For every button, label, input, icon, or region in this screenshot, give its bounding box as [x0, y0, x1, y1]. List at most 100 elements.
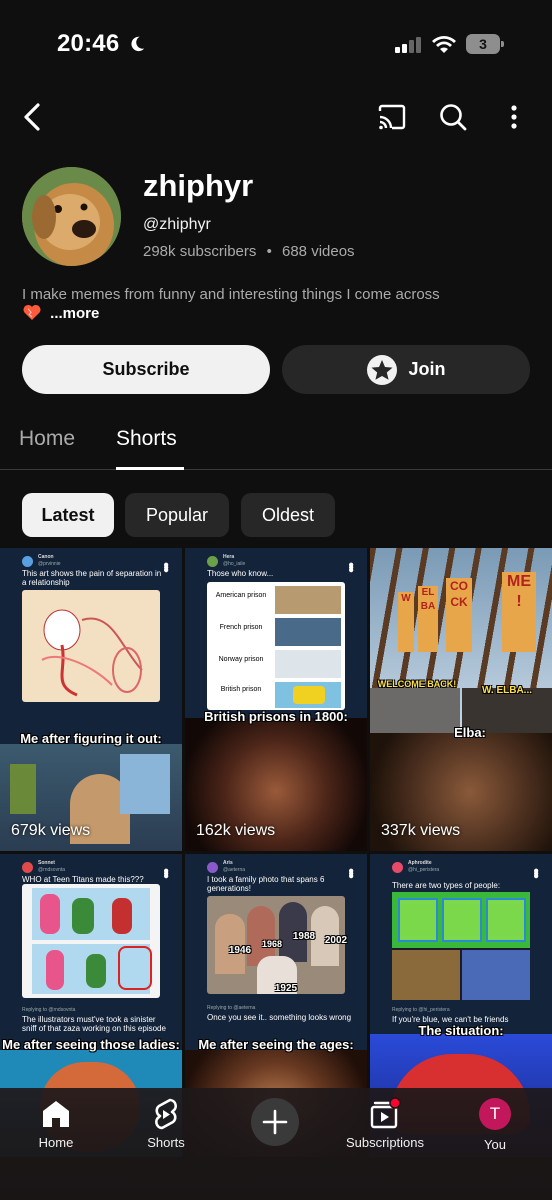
channel-name: zhiphyr — [143, 168, 254, 203]
post-handle: @ho_iaile — [223, 561, 246, 567]
reply-label: Replying to @hi_peristera — [392, 1007, 450, 1013]
post-author: Aris — [223, 860, 233, 866]
post-handle: @hi_peristera — [408, 867, 440, 873]
short-caption: Me after seeing the ages: — [198, 1037, 354, 1052]
short-thumbnail-post: Aris @aeterna ••• I took a family photo … — [185, 854, 367, 1050]
nav-subscriptions[interactable]: Subscriptions — [335, 1096, 435, 1150]
create-button[interactable] — [225, 1098, 325, 1149]
search-icon[interactable] — [437, 101, 469, 133]
tab-home[interactable]: Home — [19, 427, 75, 451]
channel-tabs: Home Shorts — [0, 410, 552, 470]
moon-icon — [131, 36, 145, 52]
subscribe-label: Subscribe — [102, 359, 190, 379]
shorts-icon — [155, 1098, 177, 1130]
sketch-illustration — [22, 590, 160, 702]
view-count: 679k views — [11, 822, 91, 839]
post-text: This art shows the pain of separation in… — [22, 569, 162, 587]
prison-row-label: Norway prison — [218, 656, 264, 663]
post-author: Hera — [223, 554, 235, 560]
battery-level: 3 — [466, 34, 500, 54]
short-thumbnail-post: Aphrodite @hi_peristera ••• There are tw… — [370, 854, 552, 1050]
short-caption: Me after seeing those ladies: — [2, 1037, 180, 1052]
heart-emoji-icon — [23, 304, 41, 321]
family-photo: 1946 1968 1988 2002 1925 — [207, 896, 347, 994]
reply-comment: Replying to @aeterna Once you see it.. s… — [207, 1004, 357, 1022]
welcome-back-label: WELCOME BACK! — [377, 679, 457, 689]
back-arrow-icon[interactable] — [18, 101, 50, 133]
nav-shorts[interactable]: Shorts — [116, 1096, 216, 1150]
nav-you-label: You — [484, 1137, 506, 1152]
bottom-nav: Home Shorts Subscriptions T You — [0, 1088, 552, 1200]
post-more-icon: ••• — [342, 868, 359, 876]
post-text: WHO at Teen Titans made this??? — [22, 875, 144, 884]
post-author: Canon — [38, 554, 54, 560]
description-more-link[interactable]: ...more — [50, 305, 99, 322]
post-handle: @rndsovnta — [38, 867, 66, 873]
banner-letter: ME! — [502, 572, 536, 652]
prison-row-label: American prison — [215, 592, 267, 599]
view-count: 162k views — [196, 822, 276, 839]
nav-home-label: Home — [38, 1135, 74, 1150]
channel-description[interactable]: I make memes from funny and interesting … — [22, 285, 532, 323]
plus-icon — [262, 1109, 288, 1135]
star-badge-icon — [367, 354, 398, 385]
wifi-icon — [432, 36, 456, 53]
post-author: Sonnet — [38, 860, 55, 866]
short-thumbnail-post: Sonnet @rndsovnta ••• WHO at Teen Titans… — [0, 854, 182, 1050]
prison-row-label: British prison — [220, 686, 262, 693]
post-text: Those who know... — [207, 569, 274, 578]
short-caption: The situation: — [418, 1023, 504, 1038]
subscriptions-icon — [370, 1097, 401, 1129]
post-avatar — [207, 556, 218, 567]
subscribe-button[interactable]: Subscribe — [22, 345, 270, 394]
nav-home[interactable]: Home — [6, 1096, 106, 1150]
battery-icon: 3 — [466, 34, 504, 54]
nav-you[interactable]: T You — [445, 1096, 545, 1152]
channel-handle: @zhiphyr — [143, 216, 211, 233]
banner-letter: W — [398, 592, 414, 652]
post-avatar — [207, 862, 218, 873]
join-label: Join — [408, 359, 446, 379]
nav-shorts-label: Shorts — [147, 1135, 185, 1150]
chip-popular[interactable]: Popular — [125, 493, 229, 537]
active-tab-indicator — [116, 467, 184, 470]
signal-icon — [395, 37, 421, 53]
post-author: Aphrodite — [408, 860, 432, 866]
year-label: 1925 — [274, 983, 298, 994]
subscriber-count: 298k subscribers — [143, 243, 257, 260]
user-avatar: T — [479, 1098, 511, 1130]
tab-shorts[interactable]: Shorts — [116, 427, 177, 451]
reply-text: The illustrators must've took a sinister… — [22, 1015, 166, 1033]
home-icon — [43, 1101, 69, 1127]
short-tile[interactable]: Hera @ho_iaile ••• Those who know... Ame… — [185, 548, 367, 851]
post-more-icon: ••• — [342, 562, 359, 570]
short-thumbnail-scene: W EL BA CO CK ME! WELCOME BACK! W. ELBA... — [370, 548, 552, 733]
w-elba-label: W. ELBA... — [482, 685, 532, 696]
post-more-icon: ••• — [527, 868, 544, 876]
description-text: I make memes from funny and interesting … — [22, 286, 440, 303]
banner-letter: EL BA — [418, 586, 438, 652]
cartoon-image — [22, 884, 160, 998]
more-vertical-icon[interactable] — [498, 101, 530, 133]
short-tile[interactable]: W EL BA CO CK ME! WELCOME BACK! W. ELBA...… — [370, 548, 552, 851]
post-avatar — [392, 862, 403, 873]
status-time: 20:46 — [57, 30, 120, 57]
chip-latest[interactable]: Latest — [22, 493, 114, 537]
join-button[interactable]: Join — [282, 345, 530, 394]
top-nav — [0, 95, 552, 139]
banner-letter: CO CK — [446, 578, 472, 652]
reply-comment: Replying to @rndsovnta The illustrators … — [22, 1006, 172, 1033]
reply-label: Replying to @rndsovnta — [22, 1007, 76, 1013]
shorts-grid: Canon @prvinnie ••• This art shows the p… — [0, 548, 552, 1157]
chip-oldest[interactable]: Oldest — [241, 493, 335, 537]
reply-label: Replying to @aeterna — [207, 1005, 256, 1011]
view-count: 337k views — [381, 822, 461, 839]
post-more-icon: ••• — [157, 562, 174, 570]
prison-row-label: French prison — [219, 624, 263, 631]
reply-text: Once you see it.. something looks wrong — [207, 1013, 352, 1022]
post-text: There are two types of people: — [392, 881, 501, 890]
short-tile[interactable]: Canon @prvinnie ••• This art shows the p… — [0, 548, 182, 851]
short-caption: British prisons in 1800: — [204, 709, 348, 724]
channel-avatar[interactable] — [22, 167, 121, 266]
cast-icon[interactable] — [376, 101, 408, 133]
